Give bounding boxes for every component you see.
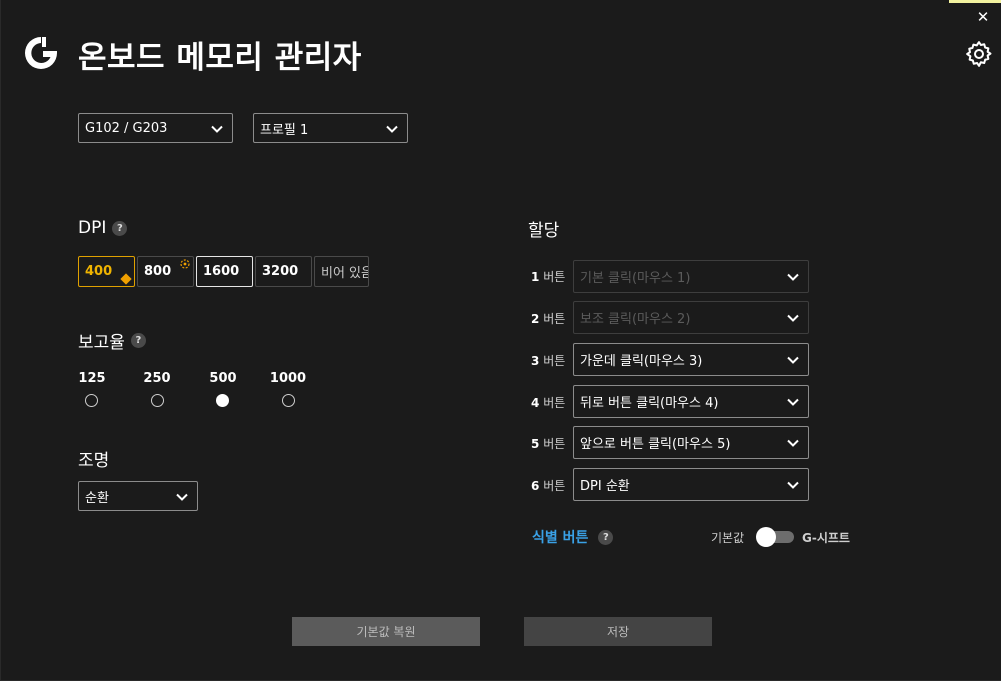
lighting-select[interactable]: 순환 [78, 481, 198, 511]
restore-defaults-button[interactable]: 기본값 복원 [292, 617, 480, 646]
button-5-assignment-select[interactable]: 앞으로 버튼 클릭(마우스 5) [573, 426, 809, 459]
assignments-heading: 할당 [528, 216, 559, 241]
button-number: 6 [531, 479, 540, 493]
rate-label-250: 250 [143, 371, 171, 386]
chevron-down-icon [386, 125, 398, 133]
lighting-select-value: 순환 [85, 490, 109, 506]
button-word: 버튼 [543, 270, 566, 284]
rate-radio-250[interactable] [151, 394, 164, 407]
button-number: 4 [531, 396, 540, 410]
save-label: 저장 [606, 625, 630, 639]
assignment-value: 뒤로 버튼 클릭(마우스 4) [580, 396, 719, 411]
button-row-label: 2 버튼 [531, 310, 565, 327]
toggle-gshift-label: G-시프트 [802, 531, 850, 545]
report-rate-label: 보고율 [78, 333, 125, 353]
report-rate-heading: 보고율 ? [78, 328, 146, 353]
button-number: 5 [531, 437, 540, 451]
dpi-level-4[interactable]: 3200 [255, 256, 312, 287]
gshift-toggle[interactable] [756, 527, 795, 547]
rate-radio-125[interactable] [85, 394, 98, 407]
chevron-down-icon [787, 398, 799, 406]
assignment-value: 앞으로 버튼 클릭(마우스 5) [580, 437, 731, 452]
button-number: 1 [531, 270, 540, 284]
rate-radio-500[interactable] [216, 394, 229, 407]
button-word: 버튼 [543, 437, 566, 451]
profile-select[interactable]: 프로필 1 [253, 113, 408, 143]
settings-button[interactable] [964, 39, 994, 69]
device-select-value: G102 / G203 [85, 120, 168, 136]
dpi-level-value: 400 [85, 264, 113, 279]
dpi-level-value: 1600 [203, 264, 240, 279]
button-word: 버튼 [543, 354, 566, 368]
logitech-g-logo [25, 37, 57, 69]
button-row-label: 5 버튼 [531, 435, 565, 452]
chevron-down-icon [176, 493, 188, 501]
button-word: 버튼 [543, 312, 566, 326]
chevron-down-icon [787, 314, 799, 322]
button-6-assignment-select[interactable]: DPI 순환 [573, 468, 809, 501]
dpi-level-value: 3200 [262, 264, 299, 279]
device-select[interactable]: G102 / G203 [78, 113, 233, 143]
dpi-heading: DPI ? [78, 218, 128, 238]
assignment-value: 보조 클릭(마우스 2) [580, 312, 691, 327]
assignment-value: 기본 클릭(마우스 1) [580, 271, 691, 286]
rate-label-1000: 1000 [269, 371, 307, 386]
dpi-label: DPI [78, 218, 107, 238]
rate-radio-1000[interactable] [282, 394, 295, 407]
rate-label-125: 125 [78, 371, 106, 386]
close-button[interactable]: ✕ [974, 8, 992, 26]
button-row-label: 3 버튼 [531, 352, 565, 369]
button-row-label: 1 버튼 [531, 268, 565, 285]
rate-label-500: 500 [209, 371, 237, 386]
report-rate-help-icon[interactable]: ? [130, 333, 146, 348]
button-number: 2 [531, 312, 540, 326]
identify-help-icon[interactable]: ? [598, 529, 614, 545]
dpi-level-value: 800 [144, 264, 172, 279]
page-title: 온보드 메모리 관리자 [78, 40, 362, 76]
lighting-heading: 조명 [78, 446, 109, 471]
lighting-label: 조명 [78, 451, 110, 471]
dpi-shift-icon [180, 259, 190, 269]
button-2-assignment-select[interactable]: 보조 클릭(마우스 2) [573, 301, 809, 334]
button-3-assignment-select[interactable]: 가운데 클릭(마우스 3) [573, 343, 809, 376]
button-row-label: 4 버튼 [531, 394, 565, 411]
dpi-level-empty[interactable]: 비어 있음 [314, 256, 369, 287]
assignments-label: 할당 [528, 221, 560, 241]
assignment-value: DPI 순환 [580, 479, 630, 494]
button-4-assignment-select[interactable]: 뒤로 버튼 클릭(마우스 4) [573, 385, 809, 418]
button-number: 3 [531, 354, 540, 368]
dpi-level-value: 비어 있음 [321, 266, 369, 281]
profile-select-value: 프로필 1 [260, 122, 309, 138]
assignment-value: 가운데 클릭(마우스 3) [580, 354, 703, 369]
chevron-down-icon [787, 481, 799, 489]
chevron-down-icon [787, 273, 799, 281]
dpi-help-icon[interactable]: ? [112, 220, 128, 236]
title-accent-strip [949, 0, 1001, 3]
toggle-knob [756, 527, 776, 547]
chevron-down-icon [211, 125, 223, 133]
close-icon[interactable]: ✕ [977, 8, 990, 26]
chevron-down-icon [787, 439, 799, 447]
button-row-label: 6 버튼 [531, 477, 565, 494]
save-button[interactable]: 저장 [524, 617, 712, 646]
identify-buttons-label[interactable]: 식별 버튼 [532, 527, 588, 547]
toggle-default-label: 기본값 [711, 531, 745, 545]
dpi-level-3[interactable]: 1600 [196, 256, 253, 287]
window-frame [0, 0, 1001, 681]
button-word: 버튼 [543, 396, 566, 410]
button-word: 버튼 [543, 479, 566, 493]
restore-defaults-label: 기본값 복원 [356, 625, 416, 639]
identify-buttons-link[interactable]: 식별 버튼 ? [532, 527, 614, 547]
gear-icon[interactable] [964, 39, 994, 69]
button-1-assignment-select[interactable]: 기본 클릭(마우스 1) [573, 260, 809, 293]
chevron-down-icon [787, 356, 799, 364]
